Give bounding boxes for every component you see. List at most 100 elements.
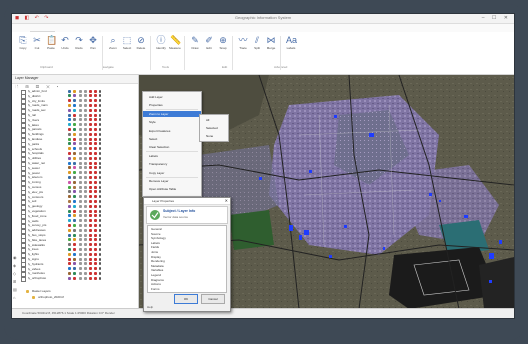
zoom-button[interactable]: ⌕ Zoom (106, 35, 120, 63)
layer-option-icon[interactable] (79, 99, 82, 103)
layer-color-swatch[interactable] (73, 219, 76, 223)
layer-color-swatch[interactable] (73, 214, 76, 218)
lock-icon[interactable] (89, 233, 92, 237)
layer-option-icon[interactable] (84, 142, 87, 146)
layer-color-swatch[interactable] (73, 247, 76, 251)
layer-option-icon[interactable] (79, 233, 82, 237)
submenu-item-selected[interactable]: Selected (200, 125, 228, 131)
lock-icon[interactable] (99, 214, 101, 218)
menu-item-clear-selection[interactable]: Clear Selection (143, 144, 201, 150)
layer-row[interactable]: ly_lights (18, 252, 136, 258)
layer-row[interactable]: ly_sewer (18, 166, 136, 172)
lock-icon[interactable] (99, 137, 101, 141)
layer-color-swatch[interactable] (73, 204, 76, 208)
lock-icon[interactable] (99, 123, 101, 127)
lock-icon[interactable] (99, 262, 101, 266)
lock-icon[interactable] (89, 209, 92, 213)
undo-button[interactable]: ↶ Undo (58, 35, 72, 63)
layer-row[interactable]: ly_rivers (18, 118, 136, 124)
lock-icon[interactable] (99, 195, 101, 199)
lock-icon[interactable] (89, 127, 92, 131)
dialog-list-item[interactable]: Labels (151, 241, 160, 245)
lock-icon[interactable] (94, 156, 97, 160)
lock-icon[interactable] (94, 267, 97, 271)
lock-icon[interactable] (99, 166, 101, 170)
lock-icon[interactable] (94, 190, 97, 194)
menu-item-add-layer[interactable]: Add Layer (143, 94, 201, 100)
panel-tool-icon[interactable]: ⌂ (13, 295, 17, 300)
layer-option-icon[interactable] (84, 214, 87, 218)
layer-option-icon[interactable] (79, 132, 82, 136)
lock-icon[interactable] (89, 185, 92, 189)
layer-row[interactable]: ly_roads_main (18, 103, 136, 109)
lock-icon[interactable] (99, 276, 101, 280)
layer-option-icon[interactable] (84, 271, 87, 275)
lock-icon[interactable] (89, 199, 92, 203)
layer-color-swatch[interactable] (68, 103, 71, 107)
layer-option-icon[interactable] (84, 262, 87, 266)
layer-color-swatch[interactable] (68, 238, 71, 242)
panel-tool-icon[interactable]: ◈ (13, 263, 17, 268)
lock-icon[interactable] (94, 209, 97, 213)
layer-option-icon[interactable] (79, 156, 82, 160)
layer-option-icon[interactable] (79, 127, 82, 131)
lock-icon[interactable] (99, 185, 101, 189)
layer-option-icon[interactable] (84, 175, 87, 179)
lock-icon[interactable] (94, 238, 97, 242)
layer-color-swatch[interactable] (68, 113, 71, 117)
cancel-button[interactable]: Cancel (201, 294, 225, 304)
lock-icon[interactable] (99, 175, 101, 179)
layer-color-swatch[interactable] (68, 262, 71, 266)
layer-row[interactable]: ly_addresses (18, 228, 136, 234)
lock-icon[interactable] (99, 127, 101, 131)
snap-button[interactable]: ⊕ Snap (216, 35, 230, 63)
lock-icon[interactable] (99, 223, 101, 227)
lock-icon[interactable] (89, 94, 92, 98)
layer-color-swatch[interactable] (73, 180, 76, 184)
layer-row[interactable]: ly_schools (18, 147, 136, 153)
layer-option-icon[interactable] (84, 228, 87, 232)
layer-option-icon[interactable] (79, 94, 82, 98)
draw-button[interactable]: ✎ Draw (188, 35, 202, 63)
lock-icon[interactable] (94, 94, 97, 98)
layer-color-swatch[interactable] (68, 223, 71, 227)
layer-color-swatch[interactable] (68, 199, 71, 203)
layer-color-swatch[interactable] (68, 228, 71, 232)
layer-color-swatch[interactable] (68, 118, 71, 122)
copy-button[interactable]: ⎘ Copy (16, 35, 30, 63)
layer-row[interactable]: ly_utilities (18, 156, 136, 162)
layer-option-icon[interactable] (79, 223, 82, 227)
lock-icon[interactable] (89, 267, 92, 271)
lock-icon[interactable] (99, 147, 101, 151)
lock-icon[interactable] (94, 103, 97, 107)
lock-icon[interactable] (99, 156, 101, 160)
layer-option-icon[interactable] (84, 238, 87, 242)
lock-icon[interactable] (94, 195, 97, 199)
dialog-list-item[interactable]: General (151, 227, 162, 231)
layer-color-swatch[interactable] (73, 185, 76, 189)
lock-icon[interactable] (89, 204, 92, 208)
layer-option-icon[interactable] (79, 238, 82, 242)
lock-icon[interactable] (99, 247, 101, 251)
layer-color-swatch[interactable] (73, 142, 76, 146)
layer-color-swatch[interactable] (73, 171, 76, 175)
lock-icon[interactable] (99, 142, 101, 146)
layer-option-icon[interactable] (84, 156, 87, 160)
layer-option-icon[interactable] (84, 113, 87, 117)
lock-icon[interactable] (99, 132, 101, 136)
lock-icon[interactable] (94, 180, 97, 184)
layer-option-icon[interactable] (79, 257, 82, 261)
lock-icon[interactable] (99, 233, 101, 237)
lock-icon[interactable] (89, 195, 92, 199)
lock-icon[interactable] (99, 108, 101, 112)
layer-color-swatch[interactable] (68, 214, 71, 218)
layer-color-swatch[interactable] (68, 219, 71, 223)
layer-option-icon[interactable] (84, 180, 87, 184)
menu-item-export-features[interactable]: Export Features (143, 128, 201, 134)
merge-button[interactable]: ⋈ Merge (264, 35, 278, 63)
layer-row[interactable]: ly_rail (18, 113, 136, 119)
layer-color-swatch[interactable] (73, 127, 76, 131)
lock-icon[interactable] (94, 257, 97, 261)
layer-color-swatch[interactable] (68, 108, 71, 112)
layer-color-swatch[interactable] (73, 238, 76, 242)
